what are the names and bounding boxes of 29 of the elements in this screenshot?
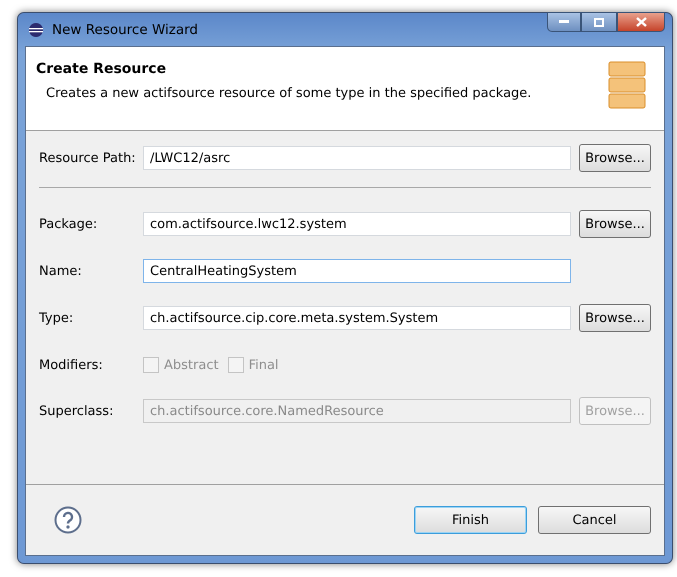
maximize-button[interactable] [581,12,617,32]
sphere-icon [28,22,44,38]
field-label: Type: [39,310,74,326]
dialog-button[interactable]: Cancel [538,506,651,534]
dialog-button[interactable]: Finish [414,506,527,534]
field-label: Superclass: [39,404,114,418]
browse-button[interactable]: Browse... [579,304,651,332]
input-field[interactable]: CentralHeatingSystem [143,259,571,283]
input-field[interactable]: ch.actifsource.cip.core.meta.system.System [143,306,571,330]
field-label: Resource Path: [39,150,137,166]
maximize-icon [594,18,604,26]
input-field[interactable]: com.actifsource.lwc12.system [143,212,571,236]
window-title: New Resource Wizard [52,22,199,38]
close-icon [636,17,646,27]
page-title: Create Resource [36,61,168,77]
page-description: Creates a new actifsource resource of some type in the specified package. [46,86,532,101]
stack-icon [608,60,648,110]
help-icon[interactable] [54,506,82,534]
input-field[interactable]: /LWC12/asrc [143,146,571,170]
minimize-icon [559,20,569,24]
checkbox-label: Final [248,358,279,372]
field-label: Modifiers: [39,358,104,372]
checkbox-label: Abstract [164,358,219,372]
close-button[interactable] [617,12,665,32]
field-label: Package: [39,216,98,232]
minimize-button[interactable] [547,12,581,32]
browse-button[interactable]: Browse... [579,144,651,172]
field-label: Name: [39,264,83,278]
browse-button[interactable]: Browse... [579,210,651,238]
